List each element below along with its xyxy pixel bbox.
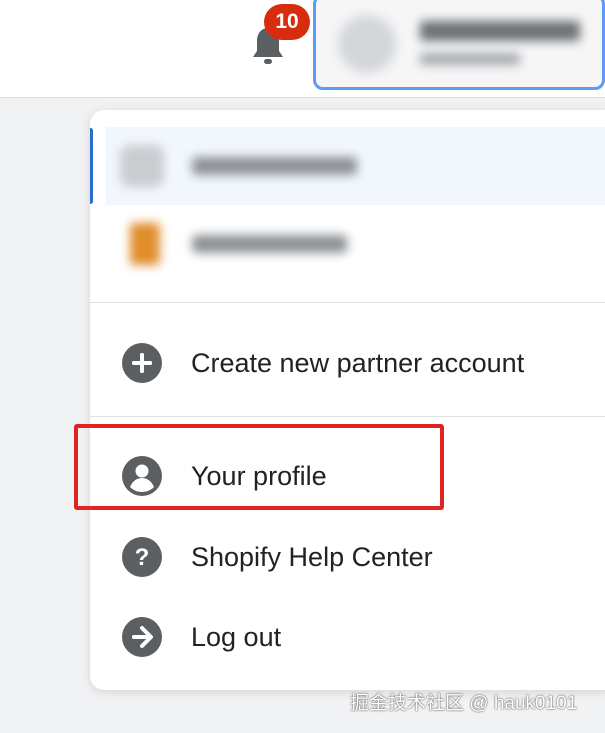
- annotation-highlight-box: [74, 424, 444, 510]
- store-name-redacted: [192, 157, 357, 175]
- active-store-indicator: [90, 128, 93, 204]
- account-dropdown-menu: Create new partner account Your profile …: [90, 110, 605, 690]
- top-bar: 10: [0, 0, 605, 98]
- create-partner-account-item[interactable]: Create new partner account: [90, 328, 605, 398]
- menu-item-label: Create new partner account: [191, 347, 525, 378]
- account-avatar: [338, 15, 396, 73]
- notification-count-badge: 10: [264, 4, 310, 40]
- log-out-item[interactable]: Log out: [90, 602, 605, 672]
- store-name-redacted: [192, 235, 347, 253]
- divider: [90, 302, 605, 303]
- account-subtitle-redacted: [420, 53, 520, 65]
- store-item-active[interactable]: [106, 127, 605, 205]
- divider: [90, 416, 605, 417]
- help-center-item[interactable]: ? Shopify Help Center: [90, 522, 605, 592]
- store-item[interactable]: [106, 205, 605, 283]
- logout-arrow-icon: [122, 617, 162, 657]
- plus-circle-icon: [122, 343, 162, 383]
- watermark: 掘金技术社区 @ hauk0101: [350, 693, 578, 714]
- help-circle-icon: ?: [122, 537, 162, 577]
- account-name-redacted: [420, 21, 580, 41]
- menu-item-label: Log out: [191, 621, 282, 652]
- store-thumbnail: [130, 223, 160, 265]
- store-thumbnail: [120, 145, 164, 187]
- menu-item-label: Shopify Help Center: [191, 541, 433, 572]
- svg-text:?: ?: [135, 544, 150, 571]
- account-switcher-button[interactable]: [313, 0, 605, 90]
